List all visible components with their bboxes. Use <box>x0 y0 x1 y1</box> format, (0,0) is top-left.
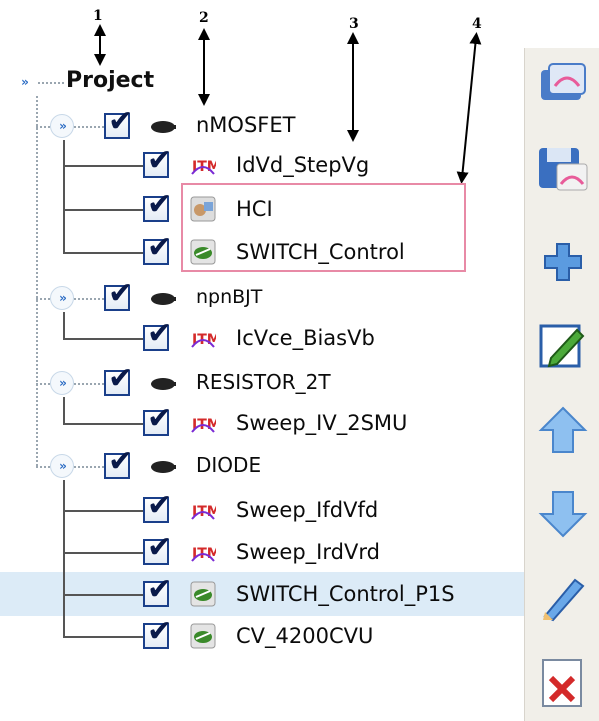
checkmark-icon: ✔ <box>147 143 173 178</box>
itm-test-icon: ITM <box>191 540 216 564</box>
tree-connector <box>36 298 50 300</box>
tree-connector <box>63 312 65 340</box>
rename-icon[interactable] <box>535 570 591 626</box>
tree-connector <box>63 636 143 638</box>
move-up-icon[interactable] <box>535 402 591 458</box>
tree-connector <box>63 165 143 167</box>
tree-connector <box>63 397 65 425</box>
checkmark-icon: ✔ <box>147 572 173 607</box>
device-expander-icon[interactable]: » <box>50 286 74 310</box>
checkmark-icon: ✔ <box>108 276 134 311</box>
device-icon <box>151 293 176 305</box>
edit-icon[interactable] <box>535 318 591 374</box>
test-label[interactable]: Sweep_IrdVrd <box>236 539 380 565</box>
test-label[interactable]: IcVce_BiasVb <box>236 325 375 351</box>
tree-connector <box>63 140 65 254</box>
project-tree[interactable]: » Project » ✔ nMOSFET ✔ ITM IdVd_StepVg … <box>0 0 525 721</box>
test-label[interactable]: SWITCH_Control_P1S <box>236 581 524 607</box>
save-project-icon[interactable] <box>535 140 591 196</box>
test-checkbox[interactable]: ✔ <box>143 617 172 649</box>
device-expander-icon[interactable]: » <box>50 454 74 478</box>
tree-connector <box>63 252 143 254</box>
tree-connector <box>74 126 104 128</box>
device-checkbox[interactable]: ✔ <box>104 279 133 311</box>
device-expander-icon[interactable]: » <box>50 371 74 395</box>
tree-connector <box>74 466 104 468</box>
tree-connector <box>36 96 38 466</box>
device-icon <box>151 121 176 133</box>
test-checkbox[interactable]: ✔ <box>143 533 172 565</box>
test-label[interactable]: CV_4200CVU <box>236 623 373 649</box>
checkmark-icon: ✔ <box>108 444 134 479</box>
checkmark-icon: ✔ <box>147 614 173 649</box>
test-checkbox[interactable]: ✔ <box>143 146 172 178</box>
device-checkbox[interactable]: ✔ <box>104 364 133 396</box>
move-down-icon[interactable] <box>535 486 591 542</box>
checkmark-icon: ✔ <box>147 530 173 565</box>
device-checkbox[interactable]: ✔ <box>104 107 133 139</box>
itm-test-icon: ITM <box>191 153 216 177</box>
device-label[interactable]: nMOSFET <box>196 112 295 138</box>
device-icon <box>151 378 176 390</box>
test-label[interactable]: IdVd_StepVg <box>236 152 369 178</box>
tree-connector <box>36 126 50 128</box>
device-expander-icon[interactable]: » <box>50 114 74 138</box>
tree-connector <box>74 383 104 385</box>
device-icon <box>151 461 176 473</box>
tree-connector <box>63 594 143 596</box>
test-checkbox[interactable]: ✔ <box>143 491 172 523</box>
project-root-label[interactable]: Project <box>66 68 154 93</box>
project-expander-icon[interactable]: » <box>12 70 36 94</box>
open-project-icon[interactable] <box>535 56 591 112</box>
checkmark-icon: ✔ <box>147 187 173 222</box>
tree-connector <box>36 466 50 468</box>
test-label[interactable]: Sweep_IfdVfd <box>236 497 378 523</box>
test-checkbox[interactable]: ✔ <box>143 233 172 265</box>
toolbar <box>524 48 599 721</box>
checkmark-icon: ✔ <box>147 316 173 351</box>
switch-module-icon <box>190 581 216 607</box>
device-label[interactable]: RESISTOR_2T <box>196 369 331 395</box>
checkmark-icon: ✔ <box>147 230 173 265</box>
tree-connector <box>74 298 104 300</box>
tree-connector <box>38 82 64 84</box>
tree-connector <box>63 209 143 211</box>
tree-connector <box>36 383 50 385</box>
tree-connector <box>63 338 143 340</box>
add-icon[interactable] <box>535 234 591 290</box>
tree-connector <box>63 480 65 636</box>
device-checkbox[interactable]: ✔ <box>104 447 133 479</box>
checkmark-icon: ✔ <box>108 104 134 139</box>
test-checkbox[interactable]: ✔ <box>143 319 172 351</box>
device-label[interactable]: npnBJT <box>196 284 262 310</box>
switch-module-icon <box>190 623 216 649</box>
highlight-box <box>181 183 466 272</box>
test-checkbox[interactable]: ✔ <box>143 190 172 222</box>
itm-test-icon: ITM <box>191 411 216 435</box>
test-checkbox[interactable]: ✔ <box>143 404 172 436</box>
test-label[interactable]: Sweep_IV_2SMU <box>236 410 407 436</box>
delete-icon[interactable] <box>535 654 591 710</box>
tree-connector <box>63 510 143 512</box>
itm-test-icon: ITM <box>191 498 216 522</box>
tree-connector <box>63 423 143 425</box>
checkmark-icon: ✔ <box>147 401 173 436</box>
tree-connector <box>63 552 143 554</box>
checkmark-icon: ✔ <box>108 361 134 396</box>
device-label[interactable]: DIODE <box>196 452 261 478</box>
itm-test-icon: ITM <box>191 326 216 350</box>
test-checkbox[interactable]: ✔ <box>143 575 172 607</box>
checkmark-icon: ✔ <box>147 488 173 523</box>
